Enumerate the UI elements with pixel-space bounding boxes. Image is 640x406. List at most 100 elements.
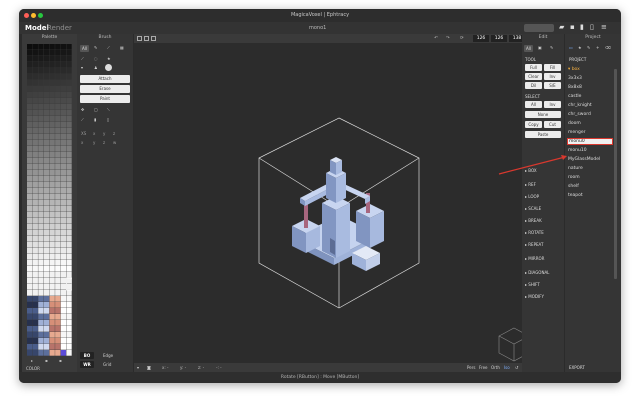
palette-swatch[interactable] <box>32 254 38 260</box>
project-item[interactable]: ▾ box <box>568 67 580 72</box>
palette-swatch[interactable] <box>43 308 50 314</box>
edit-section-loop[interactable]: ▸ LOOP <box>525 194 539 199</box>
palette-swatch[interactable] <box>49 320 55 326</box>
palette-swatch[interactable] <box>55 164 61 170</box>
palette-swatch[interactable] <box>66 44 72 50</box>
palette-swatch[interactable] <box>66 152 72 158</box>
palette-swatch[interactable] <box>49 140 55 146</box>
palette-swatch[interactable] <box>55 62 61 68</box>
palette-swatch[interactable] <box>38 92 44 98</box>
palette-swatch[interactable] <box>32 224 38 230</box>
palette-swatch[interactable] <box>66 344 72 350</box>
palette-swatch[interactable] <box>32 302 38 308</box>
brush-person-icon[interactable]: ♟ <box>94 65 98 70</box>
palette-swatch[interactable] <box>66 182 72 188</box>
palette-swatch[interactable] <box>66 308 72 314</box>
palette-swatch[interactable] <box>55 92 61 98</box>
palette-swatch[interactable] <box>60 296 67 302</box>
palette-swatch[interactable] <box>43 236 50 242</box>
palette-swatch[interactable] <box>27 230 33 236</box>
palette-swatch[interactable] <box>55 194 61 200</box>
brush-ball-icon[interactable] <box>105 64 112 71</box>
palette-swatch[interactable] <box>38 44 44 50</box>
palette-swatch[interactable] <box>49 50 55 56</box>
palette-swatch[interactable] <box>27 260 33 266</box>
palette-swatch[interactable] <box>32 62 38 68</box>
fill-button[interactable]: Fill <box>544 64 561 71</box>
palette-swatch[interactable] <box>49 80 55 86</box>
palette-swatch[interactable] <box>60 272 67 278</box>
palette-swatch[interactable] <box>27 314 33 320</box>
palette-swatch[interactable] <box>38 176 44 182</box>
palette-swatch[interactable] <box>38 140 44 146</box>
palette-swatch[interactable] <box>38 350 44 356</box>
palette-swatch[interactable] <box>49 314 55 320</box>
eyedropper-icon[interactable]: ⟋ <box>81 117 84 122</box>
palette-swatch[interactable] <box>43 170 50 176</box>
palette-swatch[interactable] <box>60 212 67 218</box>
palette-swatch[interactable] <box>38 116 44 122</box>
palette-swatch[interactable] <box>49 206 55 212</box>
palette-swatch[interactable] <box>38 206 44 212</box>
palette-swatch[interactable] <box>66 140 72 146</box>
palette-swatch[interactable] <box>27 80 33 86</box>
palette-swatch[interactable] <box>60 308 67 314</box>
palette-swatch[interactable] <box>27 194 33 200</box>
palette-swatch[interactable] <box>55 260 61 266</box>
palette-swatch[interactable] <box>27 332 33 338</box>
palette-swatch[interactable] <box>27 62 33 68</box>
palette-swatch[interactable] <box>49 242 55 248</box>
zoom-window-button[interactable] <box>38 13 43 18</box>
palette-swatch[interactable] <box>32 188 38 194</box>
palette-swatch[interactable] <box>49 254 55 260</box>
open-folder-icon[interactable]: ▰ <box>559 23 564 31</box>
palette-swatch[interactable] <box>27 350 33 356</box>
palette-swatch[interactable] <box>55 278 61 284</box>
palette-swatch[interactable] <box>49 122 55 128</box>
palette-save-icon[interactable]: ▪ <box>45 358 48 363</box>
axis-x[interactable]: x <box>81 140 83 145</box>
palette-swatch[interactable] <box>32 116 38 122</box>
palette-swatch[interactable] <box>66 320 72 326</box>
palette-footer[interactable]: COLOR <box>26 366 40 371</box>
palette-swatch[interactable] <box>66 164 72 170</box>
palette-swatch[interactable] <box>60 164 67 170</box>
palette-swatch[interactable] <box>60 254 67 260</box>
select-none-button[interactable]: None <box>525 111 561 118</box>
palette-swatch[interactable] <box>66 56 72 62</box>
palette-swatch[interactable] <box>49 266 55 272</box>
palette-swatch[interactable] <box>60 116 67 122</box>
project-item[interactable]: teapot <box>568 193 583 198</box>
axis-y[interactable]: y <box>93 140 95 145</box>
project-item[interactable]: 8x8x8 <box>568 85 582 90</box>
palette-swatch[interactable] <box>38 272 44 278</box>
menu-model[interactable]: Model <box>25 22 49 34</box>
edge-label[interactable]: Edge <box>103 353 113 358</box>
palette-swatch[interactable] <box>66 230 72 236</box>
palette-swatch[interactable] <box>60 224 67 230</box>
palette-swatch[interactable] <box>32 56 38 62</box>
palette-swatch[interactable] <box>66 104 72 110</box>
palette-swatch[interactable] <box>66 272 72 278</box>
palette-swatch[interactable] <box>55 332 61 338</box>
palette-swatch[interactable] <box>49 212 55 218</box>
project-edit-icon[interactable]: ✎ <box>587 45 590 50</box>
palette-swatch[interactable] <box>60 50 67 56</box>
palette-swatch[interactable] <box>43 242 50 248</box>
palette-swatch[interactable] <box>43 254 50 260</box>
palette-swatch[interactable] <box>38 62 44 68</box>
palette-swatch[interactable] <box>66 122 72 128</box>
palette-swatch[interactable] <box>55 140 61 146</box>
palette-swatch[interactable] <box>49 344 55 350</box>
palette-swatch[interactable] <box>60 80 67 86</box>
palette-swatch[interactable] <box>60 152 67 158</box>
palette-swatch[interactable] <box>55 338 61 344</box>
palette-swatch[interactable] <box>43 56 50 62</box>
palette-swatch[interactable] <box>55 218 61 224</box>
dilate-button[interactable]: Dil <box>525 82 542 89</box>
palette-swatch[interactable] <box>60 86 67 92</box>
project-item[interactable]: chr_knight <box>568 103 592 108</box>
view-free[interactable]: Free <box>479 363 488 372</box>
palette-swatch[interactable] <box>49 194 55 200</box>
palette-swatch[interactable] <box>27 224 33 230</box>
